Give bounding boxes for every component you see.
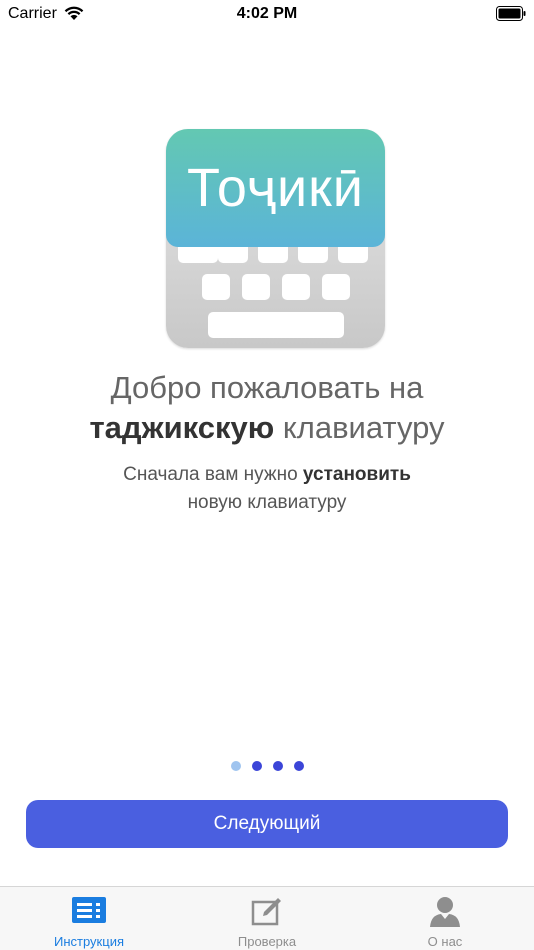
page-dot[interactable] (252, 761, 262, 771)
logo-key (322, 274, 350, 300)
page-dot[interactable] (273, 761, 283, 771)
instruction-subtitle: Сначала вам нужно установить новую клави… (0, 461, 534, 517)
tab-label: Инструкция (54, 934, 124, 949)
page-dot[interactable] (294, 761, 304, 771)
subtitle-bold: установить (302, 464, 411, 485)
battery-icon (496, 6, 526, 21)
welcome-rest: клавиатуру (282, 410, 445, 445)
tab-bar: Инструкция Проверка О нас (0, 886, 534, 950)
status-time: 4:02 PM (236, 5, 298, 22)
app-logo: Тоҷикӣ (166, 129, 385, 348)
subtitle-line-1: Сначала вам нужно установить (0, 461, 534, 489)
logo-text: Тоҷикӣ (187, 158, 364, 218)
tab-label: Проверка (237, 934, 297, 949)
page-indicator[interactable] (231, 761, 311, 771)
list-icon (72, 897, 106, 923)
tab-check[interactable]: Проверка (178, 887, 356, 950)
welcome-bold: таджикскую (89, 410, 275, 445)
compose-icon (251, 898, 281, 926)
page-dot[interactable] (231, 761, 241, 771)
logo-spacebar (208, 312, 344, 338)
logo-key (282, 274, 310, 300)
logo-banner: Тоҷикӣ (166, 129, 385, 247)
subtitle-line-2: новую клавиатуру (187, 492, 347, 513)
person-icon (430, 897, 460, 927)
tab-label: О нас (427, 934, 463, 949)
logo-key (202, 274, 230, 300)
next-button[interactable]: Следующий (26, 800, 508, 848)
status-bar: Carrier 4:02 PM (0, 0, 534, 30)
tab-about[interactable]: О нас (356, 887, 534, 950)
tab-instruction[interactable]: Инструкция (0, 887, 178, 950)
welcome-heading: Добро пожаловать на таджикскую клавиатур… (0, 368, 534, 448)
welcome-line-2: таджикскую клавиатуру (0, 408, 534, 448)
subtitle-start: Сначала вам нужно (123, 464, 298, 485)
logo-key (242, 274, 270, 300)
welcome-line-1: Добро пожаловать на (110, 370, 424, 405)
